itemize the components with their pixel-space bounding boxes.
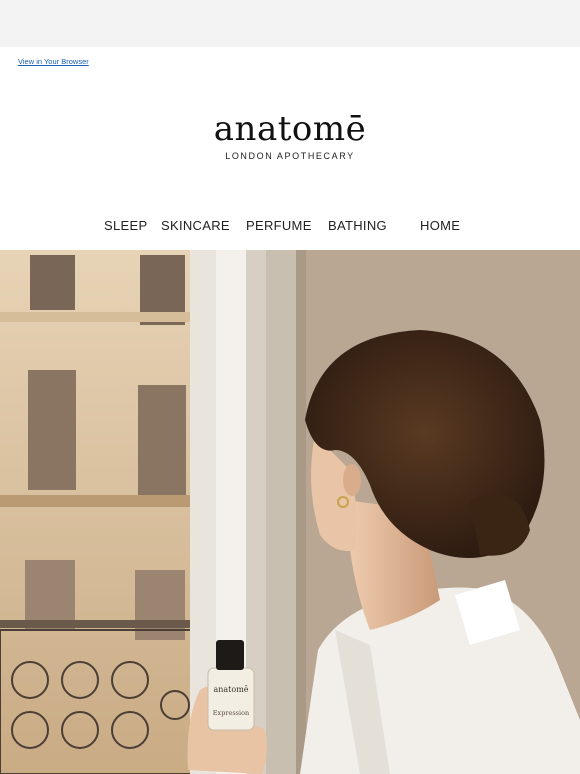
- email-card: View in Your Browser anatomē LONDON APOT…: [0, 47, 580, 774]
- brand-name: anatomē: [213, 109, 367, 149]
- nav-item-perfume[interactable]: PERFUME: [246, 218, 312, 233]
- main-nav: SLEEP SKINCARE PERFUME BATHING HOME: [0, 218, 580, 236]
- nav-item-skincare[interactable]: SKINCARE: [161, 218, 230, 233]
- top-gray-bar: [0, 0, 580, 47]
- view-in-browser-link[interactable]: View in Your Browser: [18, 57, 89, 66]
- brand-tagline: LONDON APOTHECARY: [225, 151, 355, 161]
- bottle-label-text: Expression: [213, 709, 249, 717]
- brand-logo[interactable]: anatomē LONDON APOTHECARY: [0, 109, 580, 161]
- hero-photo: anatomē Expression: [0, 250, 580, 774]
- nav-item-sleep[interactable]: SLEEP: [104, 218, 147, 233]
- nav-item-home[interactable]: HOME: [420, 218, 460, 233]
- nav-item-bathing[interactable]: BATHING: [328, 218, 387, 233]
- bottle-brand-text: anatomē: [213, 685, 248, 694]
- hero-image[interactable]: anatomē Expression: [0, 250, 580, 774]
- window-view: [0, 250, 193, 774]
